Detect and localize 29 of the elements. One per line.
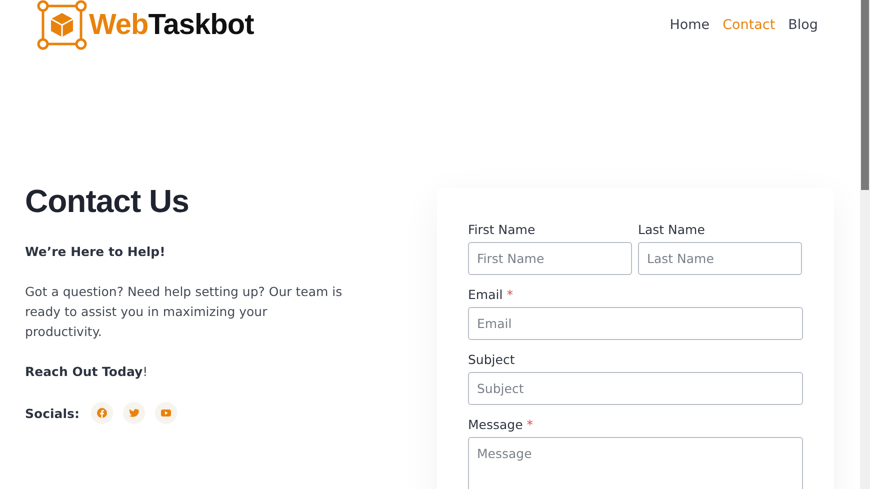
youtube-button[interactable] [155,402,178,424]
required-mark: * [526,417,534,432]
field-label: First Name [468,222,536,237]
cube-logo-icon [37,0,87,50]
scrollbar[interactable] [860,0,870,489]
intro-text: Got a question? Need help setting up? Our team is ready to assist you in maximizing your productivity. [25,283,344,341]
input-field[interactable]: Last Name [638,242,802,275]
nav-link[interactable]: Home [670,17,710,33]
facebook-icon [97,408,108,418]
bird-icon [129,408,140,418]
field-label: Message [468,417,523,432]
call-to-action: Reach Out Today! [25,363,149,381]
field-label: Email [468,287,503,302]
input-field[interactable]: Email [468,307,803,340]
field-label: Last Name [638,222,705,237]
field-label: Subject [468,352,515,367]
tagline: We’re Here to Help! [25,243,166,261]
page-title: Contact Us [25,183,190,220]
nav-link[interactable]: Blog [788,17,818,33]
message-field[interactable]: Message [468,437,803,489]
input-field[interactable]: First Name [468,242,632,275]
scrollbar-thumb[interactable] [861,0,869,190]
input-field[interactable]: Subject [468,372,803,405]
socials-label: Socials: [25,406,80,420]
twitter-button[interactable] [123,402,146,424]
facebook-button[interactable] [91,402,114,424]
play-icon [161,408,172,418]
logo-text: WebTaskbot [89,8,254,42]
required-mark: * [506,287,513,302]
